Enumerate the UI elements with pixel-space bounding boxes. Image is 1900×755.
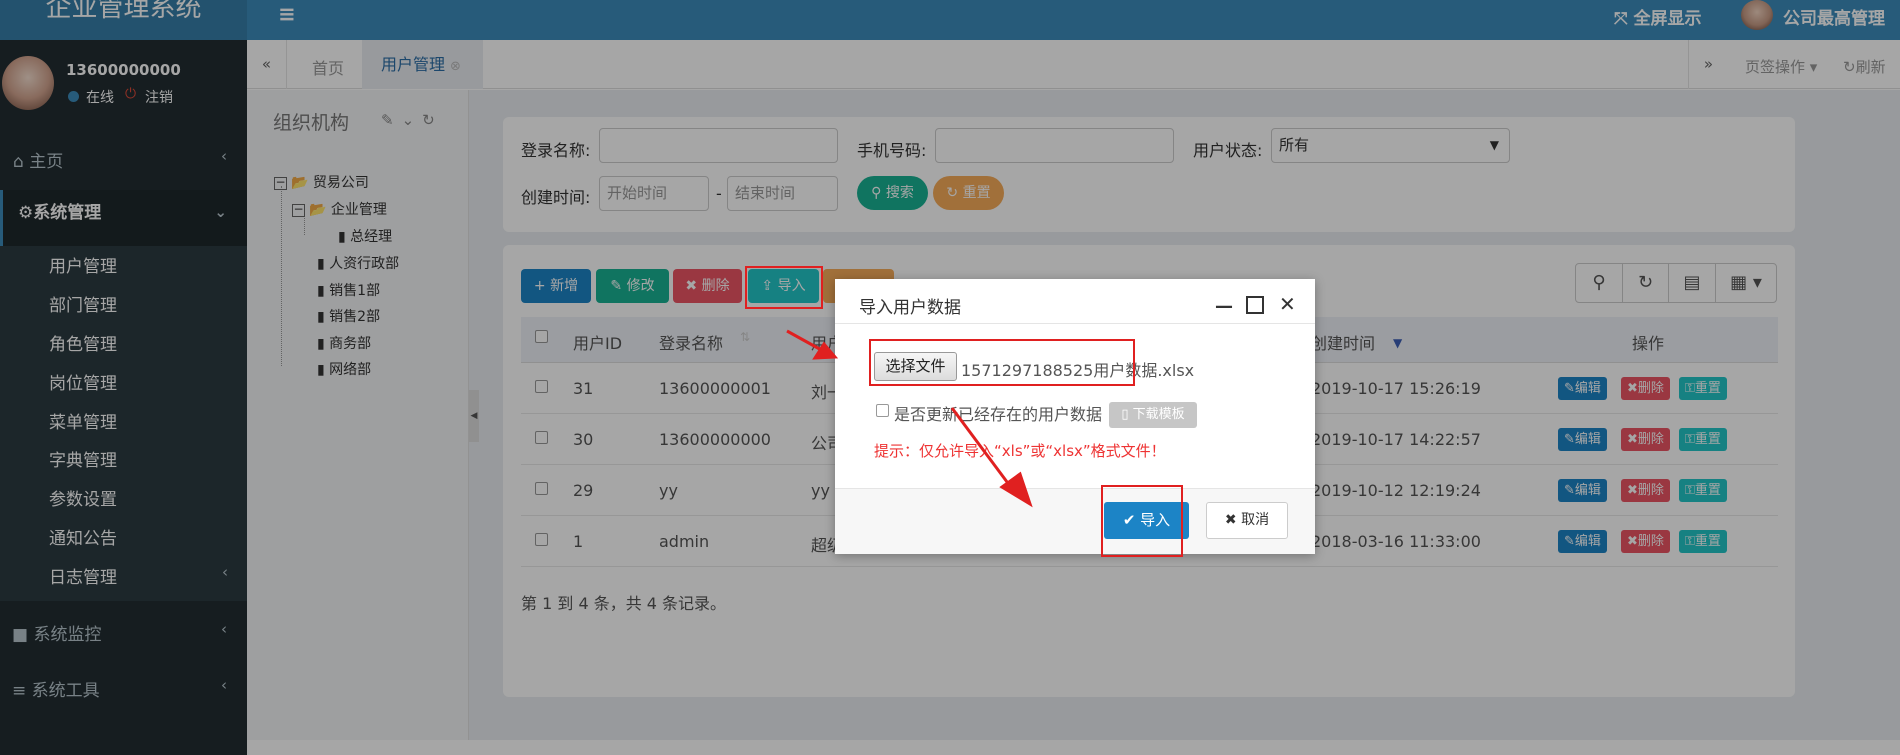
annotation-arrows (786, 329, 1033, 508)
